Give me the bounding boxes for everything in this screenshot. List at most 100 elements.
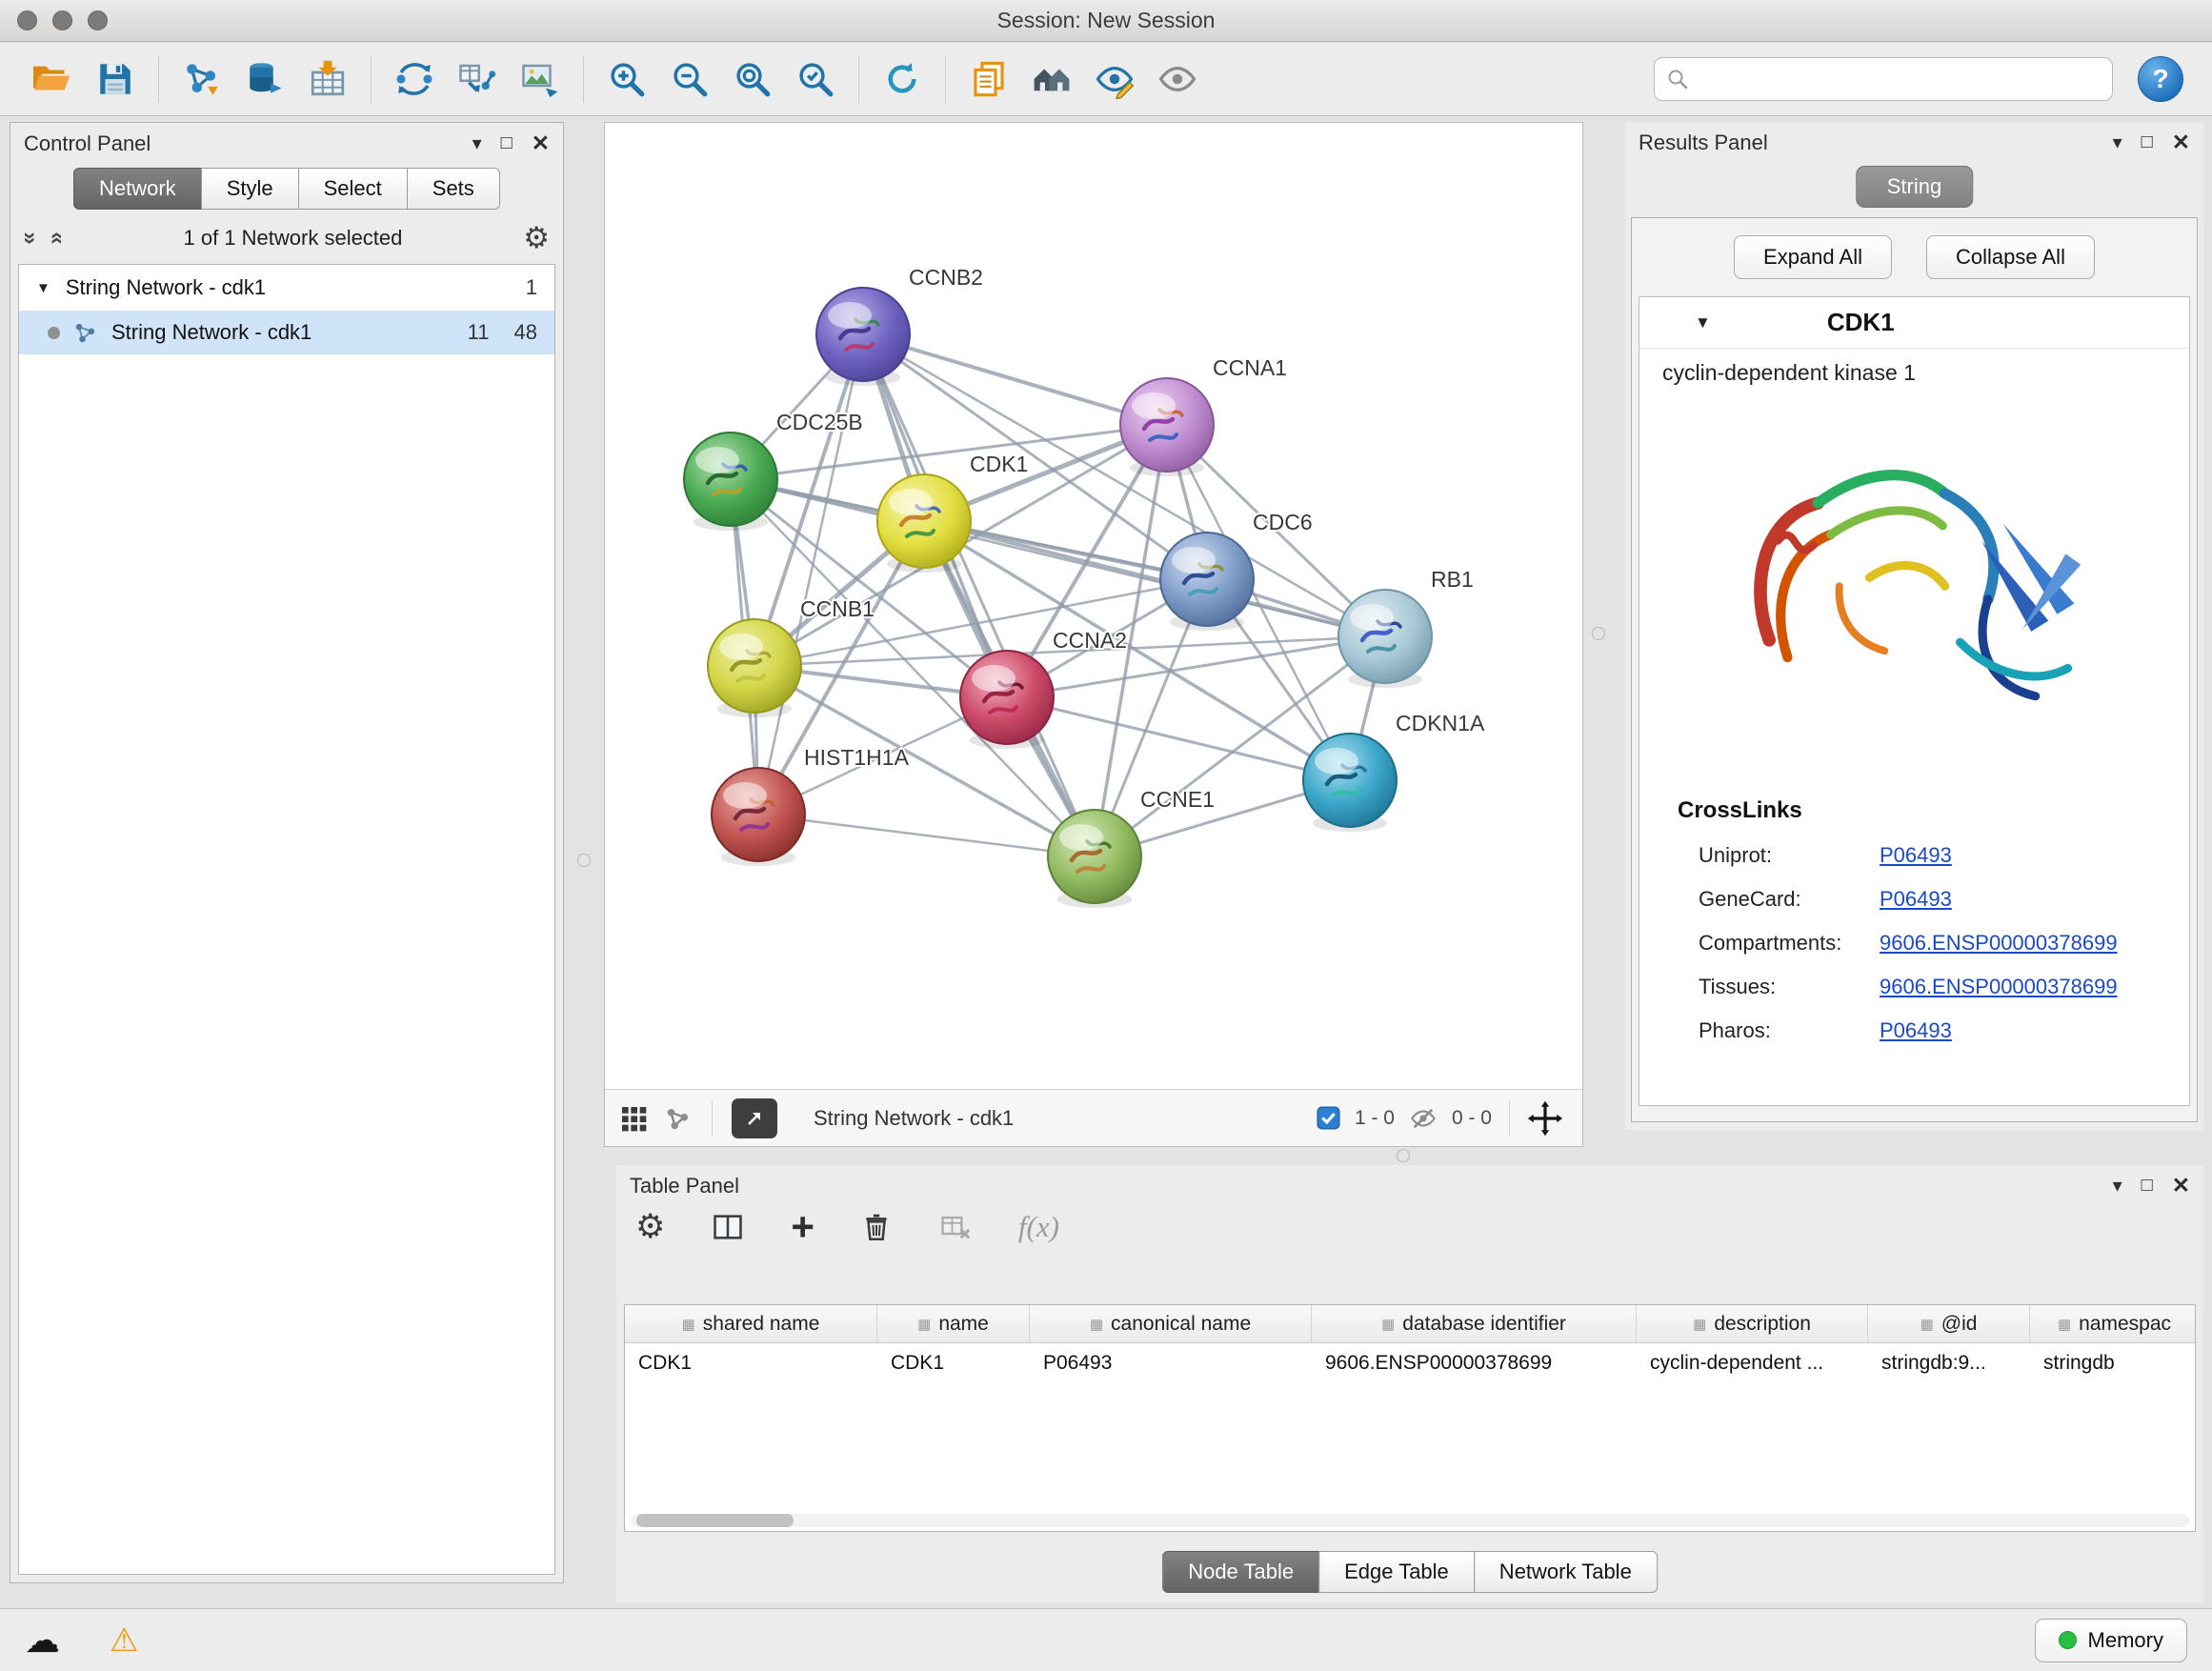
network-node-CDK1[interactable] [877, 474, 971, 573]
zoom-out-button[interactable] [658, 50, 721, 109]
crosslink-link[interactable]: P06493 [1880, 1018, 2189, 1043]
network-canvas[interactable]: CCNB2CCNA1CDC25BCDK1CDC6RB1CCNB1CCNA2CDK… [605, 123, 1582, 1088]
tab-edge-table[interactable]: Edge Table [1318, 1551, 1475, 1593]
crosslink-link[interactable]: P06493 [1880, 887, 2189, 912]
collapse-all-networks-icon[interactable]: » [43, 232, 70, 244]
save-session-button[interactable] [84, 50, 147, 109]
crosslink-link[interactable]: P06493 [1880, 843, 2189, 868]
memory-button[interactable]: Memory [2035, 1619, 2187, 1662]
minimize-window-button[interactable] [52, 10, 72, 30]
tab-style[interactable]: Style [201, 168, 299, 210]
open-arrow-icon [743, 1107, 766, 1130]
table-menu-icon[interactable]: ▾ [2113, 1174, 2122, 1198]
selected-counter: 1 - 0 [1355, 1107, 1395, 1130]
gene-caret-icon[interactable]: ▼ [1695, 313, 1711, 332]
network-arrows-icon [393, 59, 435, 99]
panel-close-icon[interactable]: ✕ [532, 131, 550, 156]
network-arrows-button[interactable] [383, 50, 446, 109]
network-node-CDKN1A[interactable] [1303, 734, 1397, 832]
panel-menu-icon[interactable]: ▾ [473, 131, 482, 155]
expand-all-networks-icon[interactable]: » [17, 232, 44, 244]
panel-float-icon[interactable]: □ [501, 132, 513, 154]
home-button[interactable] [1020, 50, 1083, 109]
tab-sets[interactable]: Sets [407, 168, 500, 210]
zoom-in-button[interactable] [595, 50, 658, 109]
column-header-shared-name[interactable]: ▦shared name [625, 1305, 877, 1342]
export-image-button[interactable] [509, 50, 572, 109]
import-network-database-button[interactable] [233, 50, 296, 109]
tab-node-table[interactable]: Node Table [1162, 1551, 1319, 1593]
search-input[interactable] [1697, 68, 2101, 91]
tab-network-table[interactable]: Network Table [1474, 1551, 1658, 1593]
column-type-icon: ▦ [1381, 1316, 1395, 1333]
network-collection-row[interactable]: ▼ String Network - cdk1 1 [19, 265, 554, 311]
zoom-fit-button[interactable] [721, 50, 784, 109]
close-window-button[interactable] [17, 10, 37, 30]
table-close-icon[interactable]: ✕ [2172, 1173, 2190, 1198]
network-from-table-button[interactable] [446, 50, 509, 109]
table-panel-title: Table Panel [630, 1174, 739, 1198]
toggle-details-button[interactable] [1146, 50, 1209, 109]
collapse-all-button[interactable]: Collapse All [1926, 235, 2095, 279]
add-column-plus-icon[interactable]: + [791, 1207, 814, 1247]
horizontal-scrollbar[interactable] [631, 1514, 2189, 1527]
tab-network[interactable]: Network [73, 168, 202, 210]
share-view-icon[interactable] [664, 1104, 693, 1133]
grid-view-icon[interactable] [618, 1103, 649, 1134]
import-table-button[interactable] [296, 50, 359, 109]
zoom-selected-button[interactable] [784, 50, 847, 109]
cloud-icon[interactable]: ☁ [25, 1620, 60, 1661]
splitter-handle[interactable] [1592, 627, 1605, 640]
column-header-canonical-name[interactable]: ▦canonical name [1030, 1305, 1312, 1342]
scrollbar-thumb[interactable] [636, 1514, 794, 1527]
help-button[interactable]: ? [2138, 56, 2183, 102]
network-node-CDC25B[interactable] [684, 433, 777, 531]
warning-icon[interactable]: ⚠ [110, 1621, 138, 1660]
network-node-RB1[interactable] [1338, 590, 1432, 688]
crosslinks-title: CrossLinks [1639, 773, 2189, 834]
column-header-description[interactable]: ▦description [1637, 1305, 1868, 1342]
selected-checkbox-icon[interactable] [1316, 1105, 1341, 1131]
splitter-handle[interactable] [577, 854, 591, 867]
results-menu-icon[interactable]: ▾ [2113, 131, 2122, 154]
delete-trash-icon[interactable] [860, 1210, 893, 1244]
import-network-file-button[interactable] [171, 50, 233, 109]
table-row[interactable]: CDK1CDK1P064939606.ENSP00000378699cyclin… [625, 1343, 2195, 1383]
table-settings-gear-icon[interactable]: ⚙ [635, 1208, 665, 1246]
network-node-CCNE1[interactable] [1048, 810, 1141, 908]
gene-card-header[interactable]: ▼ CDK1 [1639, 297, 2189, 349]
column-header-database-identifier[interactable]: ▦database identifier [1312, 1305, 1637, 1342]
network-node-CCNB1[interactable] [708, 619, 801, 717]
results-float-icon[interactable]: □ [2142, 131, 2153, 153]
splitter-handle[interactable] [1397, 1149, 1410, 1162]
tab-string[interactable]: String [1856, 166, 1973, 208]
expand-all-button[interactable]: Expand All [1734, 235, 1892, 279]
crosslink-link[interactable]: 9606.ENSP00000378699 [1880, 931, 2189, 956]
collection-caret-icon[interactable]: ▼ [36, 280, 50, 296]
import-table-icon [308, 59, 348, 99]
annotation-mode-button[interactable] [1083, 50, 1146, 109]
results-close-icon[interactable]: ✕ [2172, 130, 2190, 155]
column-header-name[interactable]: ▦name [877, 1305, 1030, 1342]
column-header-namespac[interactable]: ▦namespac [2030, 1305, 2196, 1342]
tab-select[interactable]: Select [298, 168, 408, 210]
network-row-selected[interactable]: String Network - cdk1 11 48 [19, 311, 554, 354]
network-node-HIST1H1A[interactable] [712, 768, 805, 866]
show-columns-icon[interactable] [711, 1211, 745, 1243]
pan-crosshair-icon[interactable] [1527, 1100, 1563, 1137]
table-float-icon[interactable]: □ [2142, 1175, 2153, 1197]
hidden-eye-slash-icon[interactable] [1408, 1105, 1438, 1132]
network-options-gear-icon[interactable]: ⚙ [523, 221, 550, 255]
copy-button[interactable] [957, 50, 1020, 109]
refresh-button[interactable] [871, 50, 934, 109]
column-header-@id[interactable]: ▦@id [1868, 1305, 2030, 1342]
crosslink-link[interactable]: 9606.ENSP00000378699 [1880, 975, 2189, 999]
network-node-CCNA1[interactable] [1120, 378, 1214, 476]
birdseye-view-button[interactable] [732, 1098, 777, 1138]
network-node-label: CCNA2 [1053, 628, 1127, 653]
zoom-window-button[interactable] [88, 10, 108, 30]
open-session-button[interactable] [21, 50, 84, 109]
delete-table-icon [938, 1211, 973, 1243]
network-node-CDC6[interactable] [1160, 533, 1254, 631]
table-toolbar: ⚙ + f(x) [635, 1207, 1059, 1247]
